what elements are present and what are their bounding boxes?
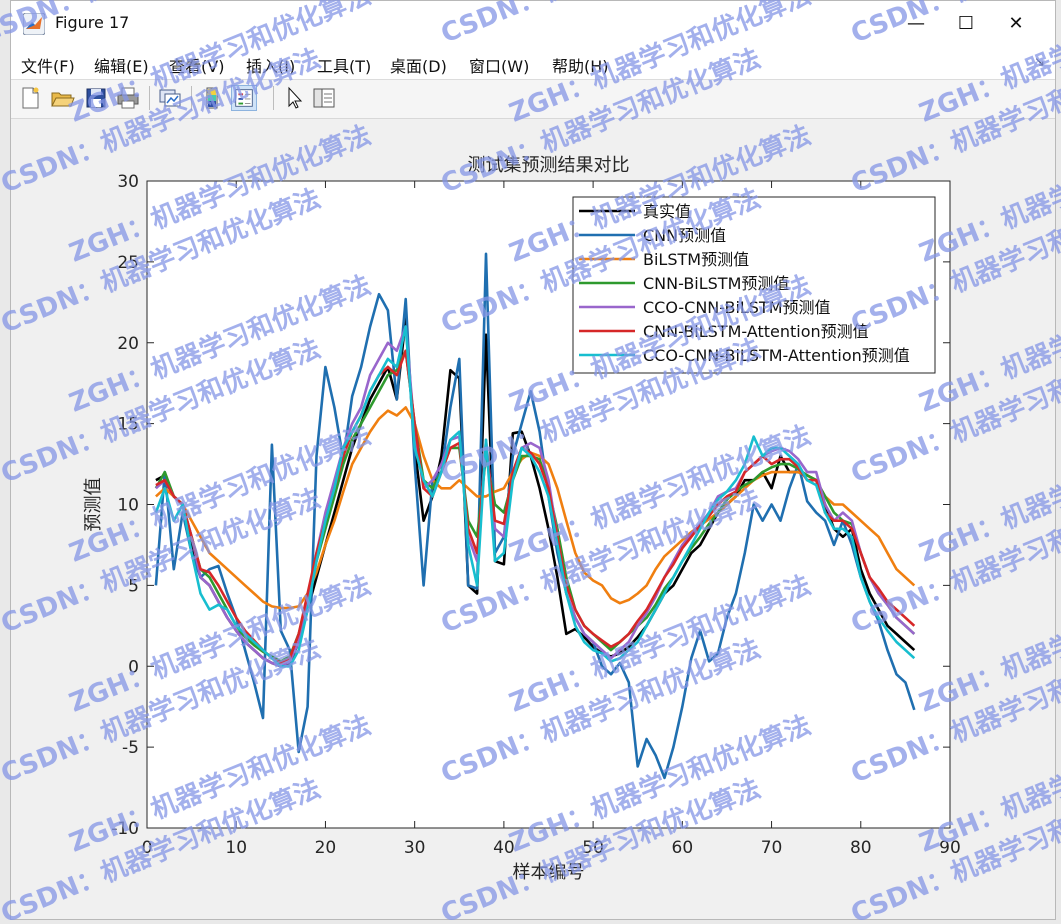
x-tick-label: 60: [672, 838, 694, 858]
toolbar-separator: [149, 86, 150, 110]
y-tick-label: 15: [117, 415, 139, 435]
menu-insert[interactable]: 插入(I): [246, 53, 295, 77]
y-tick-label: 30: [117, 172, 139, 192]
x-tick-label: 50: [582, 838, 604, 858]
close-button[interactable]: ✕: [993, 7, 1039, 41]
y-tick-label: -5: [122, 738, 139, 758]
x-tick-label: 10: [225, 838, 247, 858]
legend-entry: CNN-BiLSTM预测值: [643, 274, 789, 293]
pointer-icon[interactable]: [281, 85, 307, 111]
chart-title: 测试集预测结果对比: [468, 155, 630, 176]
menu-desktop[interactable]: 桌面(D): [390, 53, 447, 77]
x-tick-label: 20: [315, 838, 337, 858]
legend-icon: [235, 89, 253, 107]
menu-edit[interactable]: 编辑(E): [94, 53, 149, 77]
y-tick-label: 10: [117, 496, 139, 516]
legend-entry: CNN预测值: [643, 226, 726, 245]
menu-help[interactable]: 帮助(H): [552, 53, 609, 77]
menu-view[interactable]: 查看(V): [169, 53, 224, 77]
link-plot-icon[interactable]: [157, 85, 183, 111]
y-tick-label: 25: [117, 253, 139, 273]
line-chart[interactable]: 0 10 20 30 40 50 60 70 80 90 -10 -5 0 5 10 15 20 25 30 测试集预…: [11, 119, 1055, 919]
x-tick-label: 0: [142, 838, 153, 858]
y-tick-label: 0: [128, 657, 139, 677]
legend-entry: CCO-CNN-BiLSTM-Attention预测值: [643, 346, 910, 365]
minimize-button[interactable]: —: [893, 7, 939, 41]
dock-arrow-icon[interactable]: ↘: [1034, 55, 1045, 70]
figure-canvas: 0 10 20 30 40 50 60 70 80 90 -10 -5 0 5 10 15 20 25 30 测试集预…: [11, 119, 1055, 919]
x-tick-label: 30: [404, 838, 426, 858]
x-tick-label: 80: [850, 838, 872, 858]
window-title: Figure 17: [55, 13, 130, 32]
x-axis-label: 样本编号: [513, 862, 585, 883]
menu-tools[interactable]: 工具(T): [317, 53, 371, 77]
save-icon[interactable]: [83, 85, 109, 111]
figure-window: Figure 17 — ☐ ✕ 文件(F) 编辑(E) 查看(V) 插入(I) …: [10, 0, 1056, 920]
toolbar-separator: [273, 86, 274, 110]
toolbar-separator: [191, 86, 192, 110]
property-editor-icon[interactable]: [311, 85, 337, 111]
y-tick-label: 20: [117, 334, 139, 354]
new-file-icon[interactable]: [17, 85, 43, 111]
legend-entry: CNN-BiLSTM-Attention预测值: [643, 322, 869, 341]
menu-window[interactable]: 窗口(W): [469, 53, 529, 77]
x-tick-label: 90: [939, 838, 961, 858]
menu-bar: 文件(F) 编辑(E) 查看(V) 插入(I) 工具(T) 桌面(D) 窗口(W…: [11, 47, 1055, 80]
colorbar-icon[interactable]: [199, 85, 225, 111]
legend-entry: BiLSTM预测值: [643, 250, 749, 269]
x-tick-label: 70: [761, 838, 783, 858]
print-icon[interactable]: [115, 85, 141, 111]
y-tick-label: 5: [128, 576, 139, 596]
y-axis-label: 预测值: [83, 478, 104, 532]
maximize-button[interactable]: ☐: [943, 7, 989, 41]
y-tick-label: -10: [111, 819, 139, 839]
toolbar: [11, 80, 1055, 119]
matlab-icon: [23, 13, 45, 35]
legend-button[interactable]: [231, 85, 257, 111]
menu-file[interactable]: 文件(F): [21, 53, 75, 77]
x-tick-label: 40: [493, 838, 515, 858]
open-folder-icon[interactable]: [49, 85, 75, 111]
legend-entry: 真实值: [643, 202, 691, 221]
title-bar: Figure 17 — ☐ ✕: [11, 1, 1055, 47]
legend-entry: CCO-CNN-BiLSTM预测值: [643, 298, 831, 317]
